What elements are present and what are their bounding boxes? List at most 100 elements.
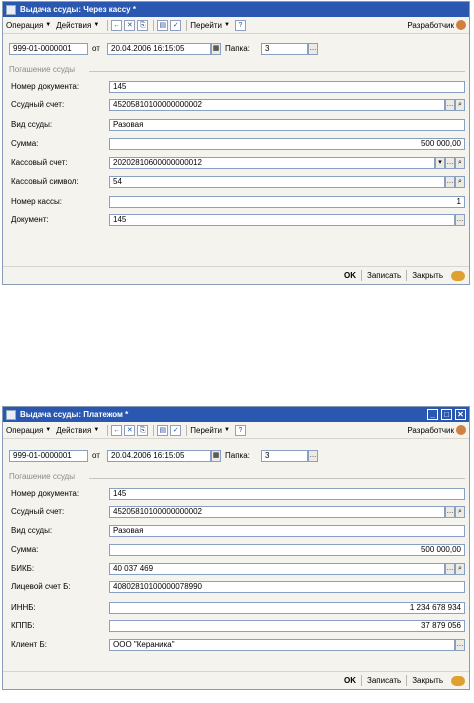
search-icon[interactable]: ⌕ — [455, 157, 465, 169]
folder-label: Папка: — [225, 44, 250, 53]
loan-type-field[interactable]: Разовая — [109, 119, 465, 131]
doc-number-label: Номер документа: — [11, 82, 80, 91]
search-icon[interactable]: ⌕ — [455, 99, 465, 111]
print-icon[interactable]: ▤ — [157, 19, 169, 31]
kpp-field[interactable]: 37 879 056 — [109, 620, 465, 632]
select-button[interactable]: … — [445, 157, 455, 169]
bik-field[interactable]: 40 037 469 — [109, 563, 445, 575]
document-label: Документ: — [11, 215, 49, 224]
search-icon[interactable]: ⌕ — [455, 506, 465, 518]
client-field[interactable]: ООО "Кераника" — [109, 639, 455, 651]
arrow-left-icon[interactable]: ← — [111, 19, 123, 31]
developer-icon — [456, 20, 466, 30]
doc-number-header-field[interactable]: 999-01-0000001 — [9, 450, 88, 462]
bik-label: БИКБ: — [11, 564, 35, 573]
loan-account-field[interactable]: 45205810100000000002 — [109, 506, 445, 518]
doc-number-header-field[interactable]: 999-01-0000001 — [9, 43, 88, 55]
search-icon[interactable]: ⌕ — [455, 563, 465, 575]
caret-down-icon: ▼ — [93, 22, 100, 28]
title-bar: Выдача ссуды: Платежом * _ □ ✕ — [3, 407, 469, 422]
document-icon — [6, 409, 16, 420]
copy-icon[interactable]: ⎘ — [137, 19, 149, 31]
client-label: Клиент Б: — [11, 640, 48, 649]
help-button[interactable]: ? — [234, 424, 246, 436]
developer-icon — [456, 425, 466, 435]
select-button[interactable]: … — [445, 563, 455, 575]
from-label: от — [92, 451, 100, 460]
calendar-icon[interactable]: ▦ — [211, 43, 221, 55]
personal-account-label: Лицевой счет Б: — [11, 582, 71, 591]
copy-icon[interactable]: ⎘ — [137, 424, 149, 436]
toolbar-separator — [186, 19, 188, 31]
toolbar-separator — [186, 424, 188, 436]
close-icon[interactable]: ✕ — [455, 409, 466, 420]
footer: OK Записать Закрыть — [3, 266, 469, 284]
cash-account-label: Кассовый счет: — [11, 158, 68, 167]
chevron-down-icon[interactable]: ▾ — [435, 157, 445, 169]
folder-field[interactable]: 3 — [261, 450, 308, 462]
inn-field[interactable]: 1 234 678 934 — [109, 602, 465, 614]
loan-type-field[interactable]: Разовая — [109, 525, 465, 537]
developer-menu[interactable]: Разработчик — [407, 425, 466, 435]
save-button[interactable]: Записать — [363, 676, 405, 685]
calendar-icon[interactable]: ▦ — [211, 450, 221, 462]
from-label: от — [92, 44, 100, 53]
delete-icon[interactable]: ✕ — [124, 424, 136, 436]
folder-select-button[interactable]: … — [308, 450, 318, 462]
help-button[interactable]: ? — [234, 19, 246, 31]
select-button[interactable]: … — [455, 639, 465, 651]
doc-number-field[interactable]: 145 — [109, 81, 465, 93]
section-title: Погашение ссуды — [9, 65, 75, 74]
ok-button[interactable]: OK — [340, 676, 360, 685]
caret-down-icon: ▼ — [93, 427, 100, 433]
post-icon[interactable]: ✓ — [170, 424, 182, 436]
print-icon[interactable]: ▤ — [157, 424, 169, 436]
post-icon[interactable]: ✓ — [170, 19, 182, 31]
select-button[interactable]: … — [445, 506, 455, 518]
section-title: Погашение ссуды — [9, 472, 75, 481]
arrow-left-icon[interactable]: ← — [111, 424, 123, 436]
loan-type-label: Вид ссуды: — [11, 526, 53, 535]
footer-separator — [361, 675, 362, 686]
select-button[interactable]: … — [445, 176, 455, 188]
select-button[interactable]: … — [445, 99, 455, 111]
goto-menu[interactable]: Перейти ▼ — [190, 426, 230, 435]
actions-menu[interactable]: Действия ▼ — [56, 426, 99, 435]
amount-label: Сумма: — [11, 139, 39, 148]
cash-desk-field[interactable]: 1 — [109, 196, 465, 208]
save-button[interactable]: Записать — [363, 271, 405, 280]
close-button[interactable]: Закрыть — [408, 271, 447, 280]
developer-menu[interactable]: Разработчик — [407, 20, 466, 30]
delete-icon[interactable]: ✕ — [124, 19, 136, 31]
loan-cash-window: Выдача ссуды: Через кассу * Операция ▼ Де… — [2, 1, 470, 285]
goto-menu[interactable]: Перейти ▼ — [190, 21, 230, 30]
amount-field[interactable]: 500 000,00 — [109, 138, 465, 150]
document-field[interactable]: 145 — [109, 214, 455, 226]
doc-number-field[interactable]: 145 — [109, 488, 465, 500]
folder-field[interactable]: 3 — [261, 43, 308, 55]
date-field[interactable]: 20.04.2006 16:15:05 — [107, 450, 211, 462]
cash-desk-label: Номер кассы: — [11, 197, 62, 206]
operation-menu[interactable]: Операция ▼ — [6, 21, 51, 30]
search-icon[interactable]: ⌕ — [455, 176, 465, 188]
close-button[interactable]: Закрыть — [408, 676, 447, 685]
date-field[interactable]: 20.04.2006 16:15:05 — [107, 43, 211, 55]
cash-symbol-field[interactable]: 54 — [109, 176, 445, 188]
maximize-icon[interactable]: □ — [441, 409, 452, 420]
footer-separator — [406, 675, 408, 686]
folder-select-button[interactable]: … — [308, 43, 318, 55]
ok-button[interactable]: OK — [340, 271, 360, 280]
loan-payment-window: Выдача ссуды: Платежом * _ □ ✕ Операция ▼… — [2, 406, 470, 690]
footer: OK Записать Закрыть — [3, 671, 469, 689]
actions-menu[interactable]: Действия ▼ — [56, 21, 99, 30]
window-title: Выдача ссуды: Через кассу * — [20, 5, 136, 14]
select-button[interactable]: … — [455, 214, 465, 226]
minimize-icon[interactable]: _ — [427, 409, 438, 420]
operation-menu[interactable]: Операция ▼ — [6, 426, 51, 435]
loan-account-field[interactable]: 45205810100000000002 — [109, 99, 445, 111]
settings-icon[interactable] — [451, 675, 465, 686]
cash-account-field[interactable]: 20202810600000000012 — [109, 157, 435, 169]
settings-icon[interactable] — [451, 270, 465, 281]
personal-account-field[interactable]: 40802810100000078990 — [109, 581, 465, 593]
amount-field[interactable]: 500 000,00 — [109, 544, 465, 556]
